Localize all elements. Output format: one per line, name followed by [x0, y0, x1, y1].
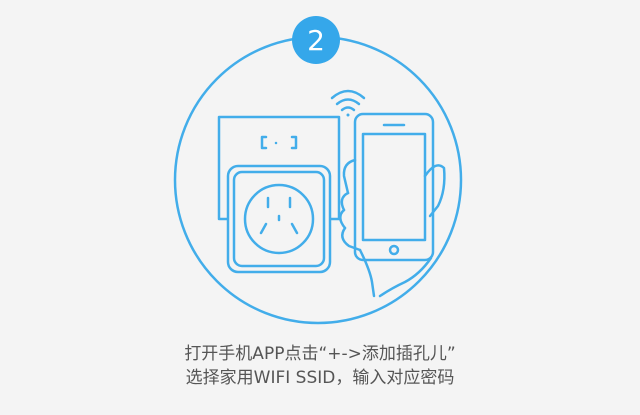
instruction-text: 打开手机APP点击“+->添加插孔儿” 选择家用WIFI SSID，输入对应密码	[0, 342, 640, 390]
smartphone-icon	[353, 112, 435, 262]
setup-illustration: 2	[173, 16, 463, 325]
step-number: 2	[307, 24, 325, 57]
step-badge: 2	[292, 16, 340, 64]
smart-plug-icon	[226, 164, 332, 274]
instruction-line-2: 选择家用WIFI SSID，输入对应密码	[185, 368, 455, 388]
wifi-icon	[330, 89, 366, 117]
instruction-line-1: 打开手机APP点击“+->添加插孔儿”	[184, 344, 456, 364]
